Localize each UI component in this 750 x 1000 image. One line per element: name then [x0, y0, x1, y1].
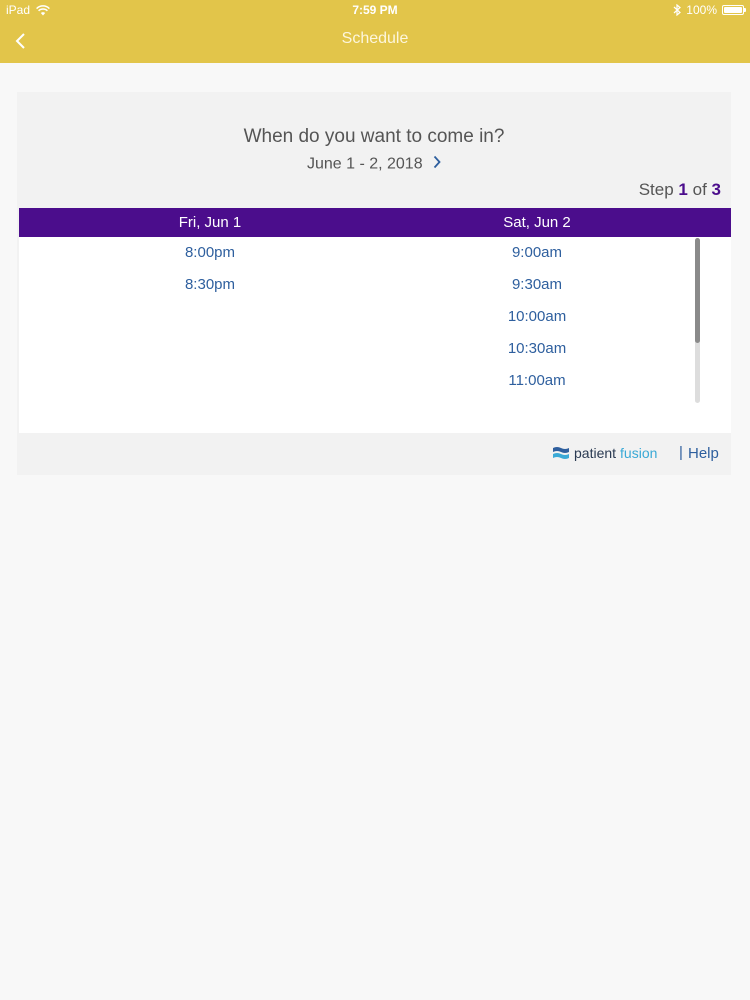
footer: patient fusion | Help: [17, 444, 731, 468]
chevron-right-icon: [433, 155, 441, 169]
step-of: of: [692, 180, 707, 199]
time-slot[interactable]: 8:00pm: [60, 244, 360, 276]
footer-divider: |: [679, 444, 683, 461]
scheduler-question: When do you want to come in?: [243, 126, 505, 147]
time-slot[interactable]: 10:00am: [387, 308, 687, 340]
scrollbar[interactable]: [695, 238, 700, 403]
status-time: 7:59 PM: [352, 3, 398, 17]
help-link[interactable]: Help: [688, 445, 719, 462]
step-current: 1: [678, 180, 688, 199]
nav-bar: Schedule: [0, 20, 750, 63]
status-bar: iPad 7:59 PM 100%: [0, 0, 750, 20]
time-slot[interactable]: 10:30am: [387, 340, 687, 372]
logo-fusion-text: fusion: [620, 445, 658, 461]
scheduler-card: When do you want to come in? June 1 - 2,…: [17, 92, 731, 475]
time-slot-table: Fri, Jun 1 Sat, Jun 2 8:00pm 8:30pm 9:00…: [19, 208, 731, 433]
day-header-row: Fri, Jun 1 Sat, Jun 2: [19, 208, 731, 237]
day-header-sat: Sat, Jun 2: [503, 214, 571, 231]
battery-percent: 100%: [686, 3, 717, 17]
time-slot[interactable]: 8:30pm: [60, 276, 360, 308]
time-slot[interactable]: 9:30am: [387, 276, 687, 308]
patient-fusion-logo: patient fusion: [552, 445, 657, 461]
slots-fri: 8:00pm 8:30pm: [60, 244, 360, 308]
slots-sat: 9:00am 9:30am 10:00am 10:30am 11:00am: [387, 244, 687, 404]
logo-patient-text: patient: [574, 445, 617, 461]
time-slot[interactable]: 11:00am: [387, 372, 687, 404]
time-slot[interactable]: 9:00am: [387, 244, 687, 276]
battery-icon: [722, 5, 746, 15]
step-indicator: Step 1 of 3: [639, 180, 721, 200]
page-title: Schedule: [341, 30, 409, 47]
next-dates-button[interactable]: [433, 155, 441, 174]
day-header-fri: Fri, Jun 1: [178, 214, 242, 231]
step-total: 3: [711, 180, 721, 199]
date-range: June 1 - 2, 2018: [17, 155, 731, 174]
bluetooth-icon: [673, 4, 682, 16]
step-label: Step: [638, 180, 674, 199]
date-range-label: June 1 - 2, 2018: [306, 155, 423, 173]
status-right: 100%: [673, 3, 746, 17]
patient-fusion-logo-icon: [553, 447, 569, 459]
scrollbar-thumb[interactable]: [695, 238, 700, 343]
